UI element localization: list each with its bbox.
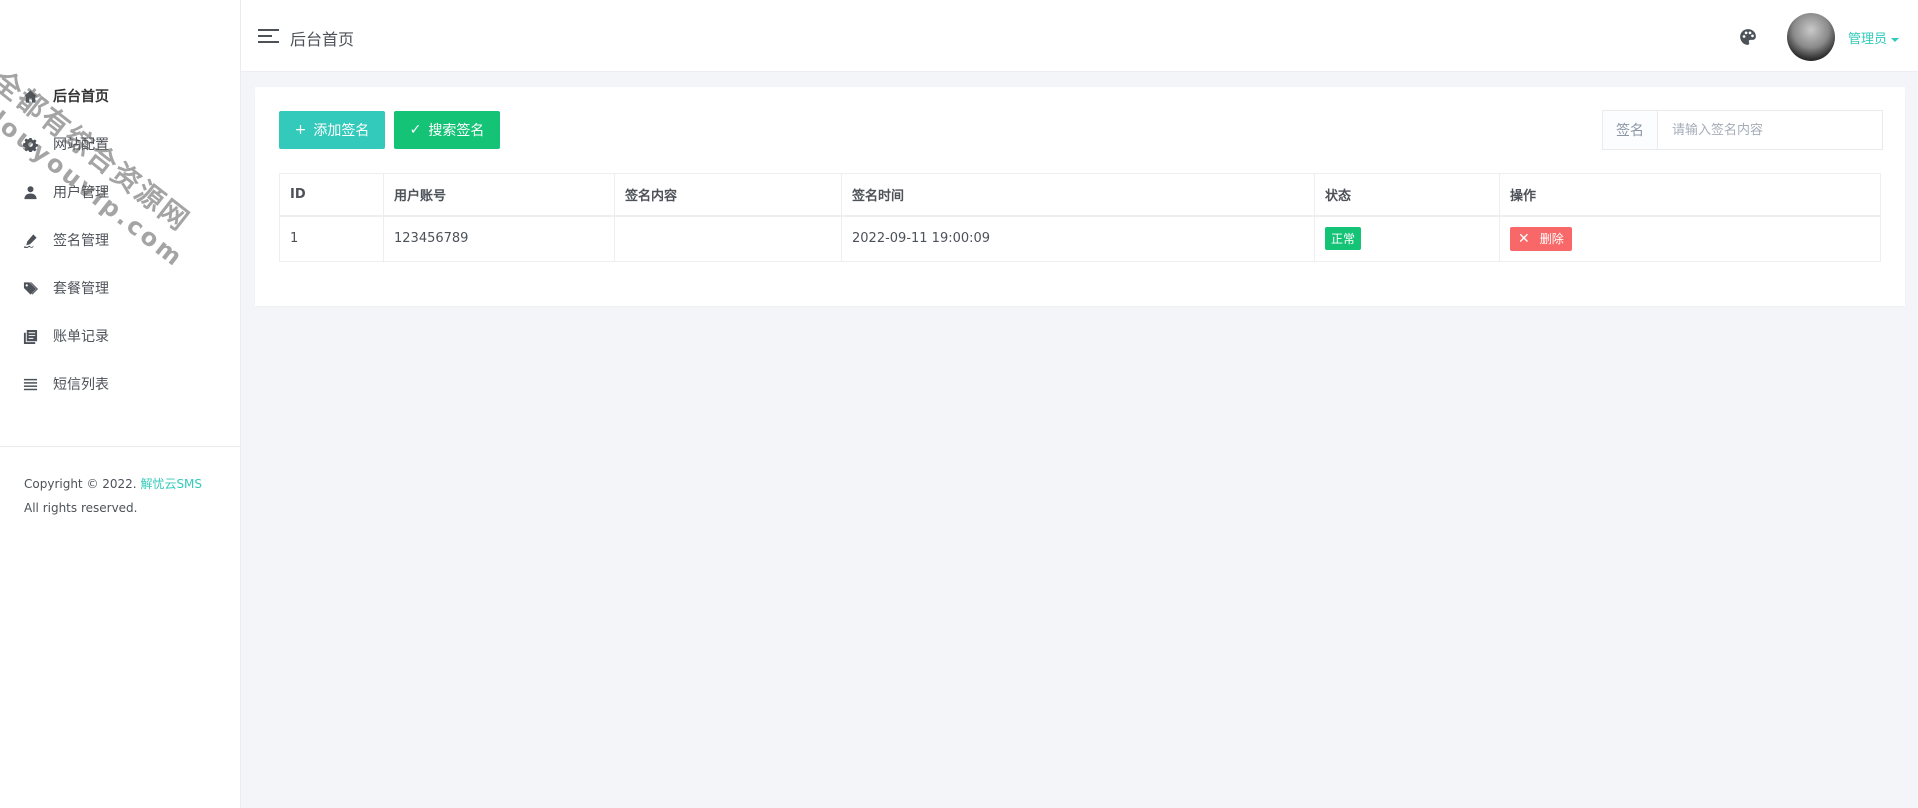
add-signature-label: 添加签名: [313, 123, 370, 139]
cell-content: [614, 215, 842, 262]
gear-icon: [22, 136, 38, 152]
ledger-icon: [22, 328, 38, 344]
col-header-id: ID: [279, 173, 384, 217]
table-row: 1 123456789 2022-09-11 19:00:09 正常 ✕ 删除: [279, 215, 1881, 262]
sidebar-item-users[interactable]: 用户管理: [0, 168, 240, 216]
copyright-brand-link[interactable]: 解忧云SMS: [140, 477, 202, 491]
table-header-row: ID 用户账号 签名内容 签名时间 状态 操作: [279, 173, 1881, 217]
sidebar-item-sms-list[interactable]: 短信列表: [0, 360, 240, 408]
palette-icon[interactable]: [1739, 28, 1757, 46]
status-badge: 正常: [1325, 227, 1362, 251]
sidebar-item-label: 网站配置: [53, 137, 109, 153]
sidebar-item-packages[interactable]: 套餐管理: [0, 264, 240, 312]
close-icon: ✕: [1518, 230, 1530, 247]
user-icon: [22, 184, 38, 200]
sidebar-item-label: 账单记录: [53, 329, 109, 345]
user-name: 管理员: [1848, 32, 1888, 47]
cell-id: 1: [279, 215, 384, 262]
signature-card: + 添加签名 ✓ 搜索签名 签名 ID 用户账号 签名内容 签名时间 状态 操作…: [255, 87, 1905, 306]
sidebar-item-signatures[interactable]: 签名管理: [0, 216, 240, 264]
search-group: 签名: [1602, 110, 1883, 150]
sidebar-logo: [0, 0, 240, 72]
cell-time: 2022-09-11 19:00:09: [841, 215, 1315, 262]
user-menu[interactable]: 管理员: [1848, 28, 1900, 47]
search-signature-label: 搜索签名: [428, 123, 485, 139]
copyright: Copyright © 2022. 解忧云SMS All rights rese…: [24, 472, 202, 520]
sidebar-item-site-config[interactable]: 网站配置: [0, 120, 240, 168]
cell-action: ✕ 删除: [1499, 215, 1881, 262]
signature-table: ID 用户账号 签名内容 签名时间 状态 操作 1 123456789 2022…: [279, 173, 1881, 262]
menu-toggle-icon[interactable]: [258, 27, 279, 43]
search-signature-button[interactable]: ✓ 搜索签名: [394, 111, 500, 149]
search-field-label: 签名: [1603, 111, 1658, 149]
sidebar-divider: [0, 446, 240, 447]
sidebar-item-label: 后台首页: [53, 89, 109, 105]
delete-label: 删除: [1539, 232, 1564, 247]
copyright-text: Copyright © 2022.: [24, 477, 141, 491]
add-signature-button[interactable]: + 添加签名: [279, 111, 385, 149]
signature-icon: [22, 232, 38, 248]
sidebar-item-label: 套餐管理: [53, 281, 109, 297]
col-header-content: 签名内容: [614, 173, 842, 217]
list-icon: [22, 376, 38, 392]
home-icon: [22, 88, 38, 104]
col-header-account: 用户账号: [383, 173, 615, 217]
check-icon: ✓: [409, 122, 422, 138]
col-header-time: 签名时间: [841, 173, 1315, 217]
sidebar-item-label: 用户管理: [53, 185, 109, 201]
sidebar-item-label: 短信列表: [53, 377, 109, 393]
sidebar-item-bills[interactable]: 账单记录: [0, 312, 240, 360]
caret-down-icon: [1891, 37, 1900, 42]
col-header-status: 状态: [1314, 173, 1500, 217]
cell-account: 123456789: [383, 215, 615, 262]
tags-icon: [22, 280, 38, 296]
cell-status: 正常: [1314, 215, 1500, 262]
avatar[interactable]: [1787, 13, 1835, 61]
sidebar: 后台首页 网站配置 用户管理 签名管理 套餐管理 账单记录 短信列表 Copyr…: [0, 0, 241, 808]
sidebar-item-label: 签名管理: [53, 233, 109, 249]
page-title: 后台首页: [290, 30, 355, 49]
plus-icon: +: [294, 122, 307, 138]
top-header: 后台首页 管理员: [241, 0, 1918, 72]
copyright-rights: All rights reserved.: [24, 501, 138, 515]
search-input[interactable]: [1658, 111, 1882, 149]
col-header-action: 操作: [1499, 173, 1881, 217]
sidebar-nav: 后台首页 网站配置 用户管理 签名管理 套餐管理 账单记录 短信列表: [0, 72, 240, 408]
delete-button[interactable]: ✕ 删除: [1510, 226, 1572, 251]
sidebar-item-home[interactable]: 后台首页: [0, 72, 240, 120]
